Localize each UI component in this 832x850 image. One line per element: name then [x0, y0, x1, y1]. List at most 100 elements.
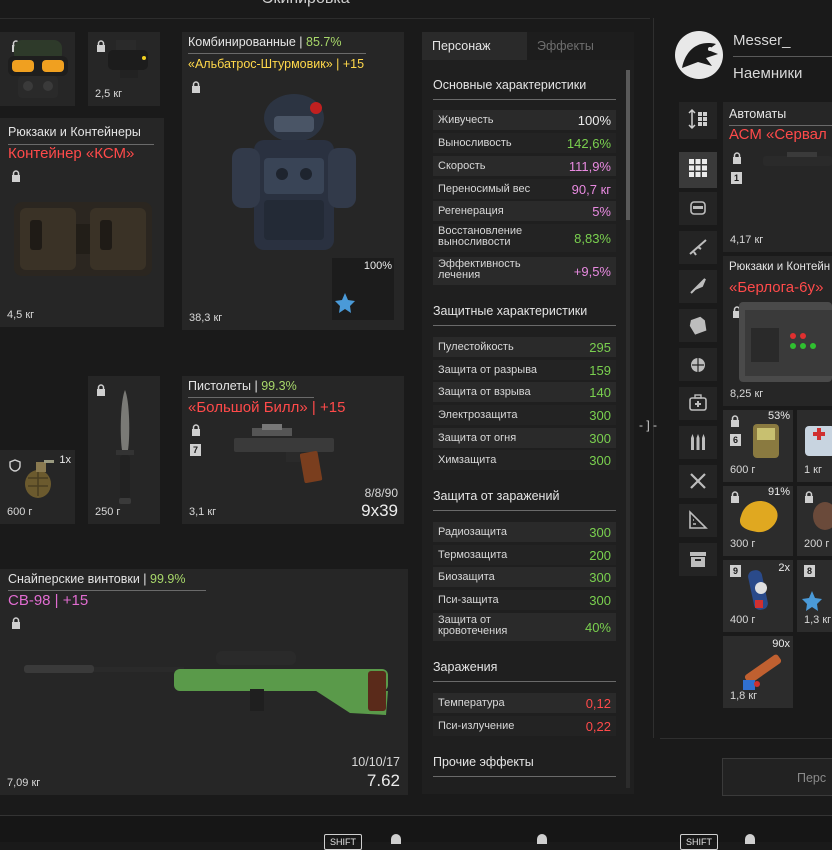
item-weight: 600 г — [730, 464, 756, 476]
knife-image — [116, 390, 134, 504]
filter-armor-button[interactable] — [679, 309, 717, 342]
item-weight: 2,5 кг — [95, 88, 123, 100]
panel-divider — [653, 18, 654, 738]
lock-icon — [191, 424, 201, 436]
helmet-slot[interactable] — [0, 32, 75, 106]
mod-percent: 100% — [363, 260, 392, 272]
ammo-count: 10/10/17 — [351, 755, 400, 769]
section-title: Заражения — [433, 660, 498, 674]
category-label: Комбинированные — [188, 35, 296, 49]
pistol-slot[interactable]: Пистолеты | 99.3% «Большой Билл» | +15 7… — [182, 376, 404, 524]
item-badge: 8 — [804, 565, 815, 577]
helmet-image — [8, 40, 68, 98]
lock-icon — [191, 81, 201, 93]
stat-row: Переносимый вес 90,7 кг — [433, 179, 616, 199]
button-label: Перс — [797, 771, 827, 785]
stat-row: Пулестойкость 295 — [433, 337, 616, 357]
category-label: Снайперские винтовки — [8, 572, 140, 586]
injector-image — [748, 570, 768, 610]
filter-crate-button[interactable] — [679, 543, 717, 576]
nightvision-slot[interactable]: 2,5 кг — [88, 32, 160, 106]
ammo-image — [743, 654, 782, 690]
stat-row: Термозащита 200 — [433, 545, 616, 565]
item-image — [813, 502, 832, 530]
filter-tools-button[interactable] — [679, 465, 717, 498]
nightvision-image — [108, 40, 148, 78]
item-weight: 4,5 кг — [7, 309, 35, 321]
inventory-item[interactable]: 91% 300 г — [723, 486, 793, 556]
automat-slot[interactable]: Автоматы АСМ «Сервал 1 4,17 кг — [723, 102, 832, 252]
category-label: Пистолеты — [188, 379, 252, 393]
sniper-rifle-image — [24, 651, 388, 715]
lock-icon — [732, 152, 742, 164]
tab-character[interactable]: Персонаж — [422, 32, 527, 60]
durability: 99.9% — [150, 572, 186, 586]
item-name: «Берлога-6у» — [729, 279, 824, 296]
inventory-item[interactable]: 90x 1,8 кг — [723, 636, 793, 708]
filter-knife-button[interactable] — [679, 270, 717, 303]
inventory-item[interactable]: 9 2x 400 г — [723, 560, 793, 632]
item-weight: 250 г — [95, 506, 121, 518]
inventory-item[interactable]: 6 53% 600 г — [723, 410, 793, 482]
section-title: Защита от заражений — [433, 489, 560, 503]
crate-image — [739, 302, 832, 382]
category-underline — [188, 397, 314, 398]
tab-label: Эффекты — [537, 39, 594, 53]
inventory-item[interactable]: 1 кг — [797, 410, 832, 482]
filter-helmet-button[interactable] — [679, 192, 717, 225]
tab-effects[interactable]: Эффекты — [527, 32, 634, 60]
item-weight: 1,8 кг — [730, 690, 758, 702]
slot-category: Рюкзаки и Контейнеры — [8, 125, 141, 139]
item-weight: 200 г — [804, 538, 830, 550]
stats-panel: Персонаж Эффекты Основные характеристики… — [422, 32, 634, 794]
filter-ruler-button[interactable] — [679, 504, 717, 537]
inventory-item[interactable]: 200 г — [797, 486, 832, 556]
stat-row: Восстановление выносливости 8,83% — [433, 224, 616, 252]
drag-handle[interactable]: - ] - — [639, 418, 657, 432]
item-weight: 600 г — [7, 506, 33, 518]
ammo-count: 8/8/90 — [364, 486, 398, 500]
medkit-image — [805, 426, 832, 456]
grenade-slot[interactable]: 1x 600 г — [0, 450, 75, 524]
durability: 99.3% — [261, 379, 297, 393]
grenade-icon — [691, 358, 705, 372]
ruler-icon — [689, 510, 708, 529]
scrollbar-thumb[interactable] — [626, 70, 630, 220]
filter-medkit-button[interactable] — [679, 387, 717, 420]
stat-row: Защита от взрыва 140 — [433, 382, 616, 402]
item-weight: 1 кг — [804, 464, 822, 476]
section-underline — [433, 510, 616, 511]
item-weight: 7,09 кг — [7, 777, 41, 789]
filter-rifle-button[interactable] — [679, 231, 717, 264]
sort-button[interactable] — [679, 102, 717, 139]
inventory-item[interactable]: 8 1,3 кг — [797, 560, 832, 632]
slot-category: Снайперские винтовки | 99.9% — [8, 572, 186, 586]
stats-scrollbar[interactable] — [626, 70, 630, 788]
section-title: Защитные характеристики — [433, 304, 588, 318]
mouse-icon — [537, 834, 547, 844]
caliber: 7.62 — [366, 771, 400, 790]
filter-grenade-button[interactable] — [679, 348, 717, 381]
section-underline — [433, 99, 616, 100]
grid-icon — [689, 159, 707, 177]
grid-view-button[interactable] — [679, 152, 717, 188]
item-corner-value: 53% — [767, 410, 790, 422]
backpack-slot[interactable]: Рюкзаки и Контейнеры Контейнер «КСМ» 4,5… — [0, 118, 164, 327]
character-button[interactable]: Перс — [722, 758, 832, 796]
mod-slot[interactable]: 100% — [332, 258, 394, 320]
sniper-slot[interactable]: Снайперские винтовки | 99.9% СВ-98 | +15… — [0, 569, 408, 795]
armor-slot[interactable]: Комбинированные | 85.7% «Альбатрос-Штурм… — [182, 32, 404, 330]
item-corner-value: 2x — [778, 562, 790, 574]
bottom-hint-bar: SHIFT SHIFT — [0, 815, 832, 850]
knife-slot[interactable]: 250 г — [88, 376, 160, 524]
item-weight: 400 г — [730, 614, 756, 626]
backpack-slot-right[interactable]: Рюкзаки и Контейн «Берлога-6у» 8,25 кг — [723, 256, 832, 406]
slot-category: Комбинированные | 85.7% — [188, 35, 342, 49]
stat-row: Биозащита 300 — [433, 567, 616, 587]
title-divider — [0, 18, 650, 19]
durability: 85.7% — [306, 35, 342, 49]
helmet-icon — [690, 201, 706, 215]
section-underline — [433, 681, 616, 682]
armor-image — [232, 94, 356, 250]
filter-ammo-button[interactable] — [679, 426, 717, 459]
